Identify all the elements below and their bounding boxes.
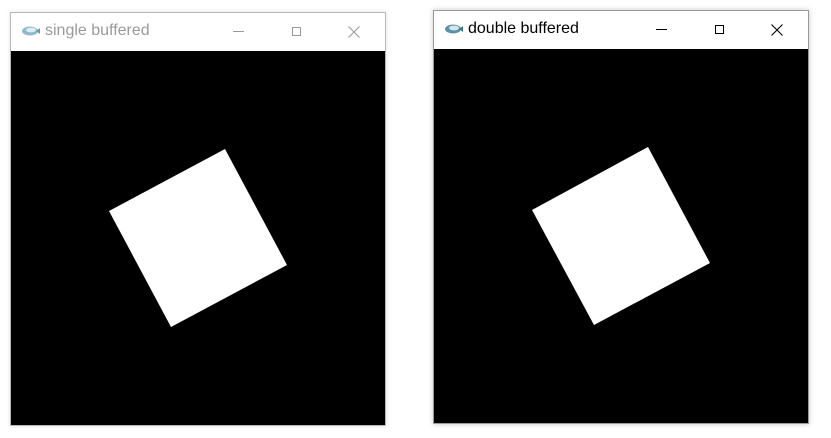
single-buffered-window: single buffered — [10, 12, 386, 426]
minimize-button[interactable] — [638, 11, 684, 48]
render-surface — [109, 149, 287, 327]
minimize-button[interactable] — [215, 13, 261, 50]
render-canvas[interactable] — [434, 49, 808, 423]
close-icon — [771, 23, 783, 36]
window-title: double buffered — [468, 20, 579, 37]
app-icon[interactable] — [21, 24, 41, 38]
app-icon[interactable] — [444, 22, 464, 36]
rotated-square — [532, 147, 710, 325]
double-buffered-window: double buffered — [433, 10, 809, 424]
render-canvas[interactable] — [11, 51, 385, 425]
rotated-square — [109, 149, 287, 327]
close-button[interactable] — [754, 11, 800, 48]
maximize-button[interactable] — [273, 13, 319, 50]
title-bar[interactable]: double buffered — [434, 11, 808, 48]
maximize-icon — [714, 25, 724, 34]
maximize-button[interactable] — [696, 11, 742, 48]
minimize-icon — [232, 31, 244, 32]
title-bar[interactable]: single buffered — [11, 13, 385, 50]
minimize-icon — [655, 29, 667, 30]
close-button[interactable] — [331, 13, 377, 50]
window-title: single buffered — [45, 22, 150, 39]
maximize-icon — [291, 27, 301, 36]
close-icon — [348, 25, 360, 38]
render-surface — [532, 147, 710, 325]
